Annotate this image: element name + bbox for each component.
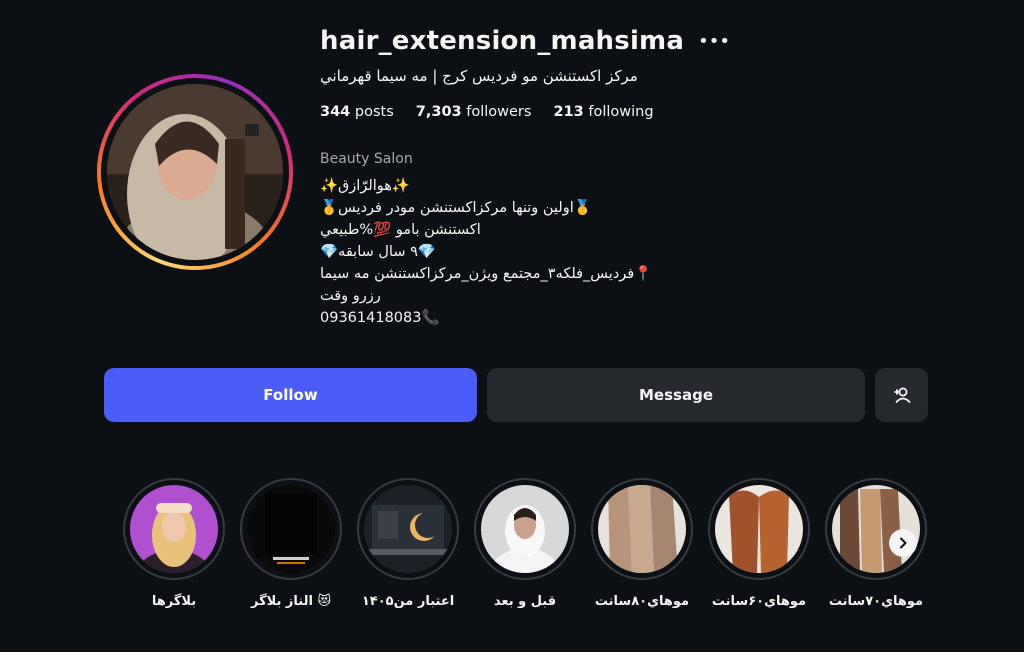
blogger-photo-icon bbox=[130, 485, 218, 573]
portrait-photo-icon bbox=[481, 485, 569, 573]
username-row: hair_extension_mahsima ••• bbox=[320, 26, 730, 56]
bio-line: 🥇اولين وتنها مركزاكستنشن مودر فرديس🥇 bbox=[320, 200, 592, 216]
follow-button[interactable]: Follow bbox=[104, 368, 477, 422]
profile-bio: ✨هوالرّازق✨ 🥇اولين وتنها مركزاكستنشن مود… bbox=[320, 175, 652, 329]
profile-avatar[interactable] bbox=[107, 84, 283, 260]
posts-stat: 344 posts bbox=[320, 104, 394, 120]
avatar-photo bbox=[107, 84, 283, 260]
highlight-label: بلاگرها bbox=[151, 594, 197, 608]
following-count: 213 bbox=[553, 104, 584, 120]
bio-line: 💎۹ سال سابقه💎 bbox=[320, 244, 436, 260]
video-thumbnail-icon bbox=[247, 485, 335, 573]
followers-count: 7,303 bbox=[415, 104, 462, 120]
highlight-item[interactable]: موهاي۶۰سانت bbox=[705, 478, 813, 608]
highlight-label: الناز بلاگر 😻 bbox=[250, 594, 331, 608]
bio-line: رزرو وقت bbox=[320, 288, 381, 304]
highlight-ring bbox=[123, 478, 225, 580]
highlight-label: موهاي۸۰سانت bbox=[594, 594, 690, 608]
highlight-label: قبل و بعد bbox=[493, 594, 557, 608]
highlight-cover bbox=[481, 485, 569, 573]
highlight-ring bbox=[825, 478, 927, 580]
bio-line: ✨هوالرّازق✨ bbox=[320, 178, 410, 194]
followers-stat[interactable]: 7,303 followers bbox=[416, 104, 532, 120]
highlight-cover bbox=[247, 485, 335, 573]
highlight-label: موهاي۷۰سانت bbox=[828, 594, 924, 608]
highlight-cover bbox=[130, 485, 218, 573]
highlight-cover bbox=[364, 485, 452, 573]
highlight-cover bbox=[715, 485, 803, 573]
highlight-item[interactable]: قبل و بعد bbox=[471, 478, 579, 608]
laptop-photo-icon bbox=[364, 485, 452, 573]
profile-stats: 344 posts 7,303 followers 213 following bbox=[320, 104, 654, 120]
suggested-users-button[interactable] bbox=[875, 368, 928, 422]
profile-category: Beauty Salon bbox=[320, 151, 413, 167]
hair-photo-icon bbox=[715, 485, 803, 573]
message-button[interactable]: Message bbox=[487, 368, 865, 422]
highlight-item[interactable]: بلاگرها bbox=[120, 478, 228, 608]
highlight-item[interactable]: الناز بلاگر 😻 bbox=[237, 478, 345, 608]
following-label: following bbox=[588, 104, 654, 120]
more-options-icon[interactable]: ••• bbox=[698, 31, 730, 52]
profile-username: hair_extension_mahsima bbox=[320, 26, 685, 56]
highlight-item[interactable]: اعتبار من۱۴۰۵ bbox=[354, 478, 462, 608]
posts-label: posts bbox=[354, 104, 394, 120]
posts-count: 344 bbox=[320, 104, 351, 120]
story-highlights: بلاگرها الناز بلاگر 😻 اعتبار من۱۴۰۵ قبل … bbox=[120, 478, 928, 608]
highlight-label: اعتبار من۱۴۰۵ bbox=[361, 594, 455, 608]
highlight-label: موهاي۶۰سانت bbox=[711, 594, 807, 608]
add-user-icon bbox=[893, 387, 910, 403]
profile-avatar-story-ring[interactable] bbox=[97, 74, 293, 270]
highlight-item[interactable]: موهاي۸۰سانت bbox=[588, 478, 696, 608]
highlight-ring bbox=[357, 478, 459, 580]
highlight-cover bbox=[598, 485, 686, 573]
bio-line: 📍فرديس_فلكه۳_مجتمع ويژن_مركزاكستنشن مه س… bbox=[320, 266, 653, 282]
hair-photo-icon bbox=[598, 485, 686, 573]
chevron-right-icon bbox=[900, 537, 907, 549]
highlight-ring bbox=[240, 478, 342, 580]
highlight-ring bbox=[708, 478, 810, 580]
bio-line: اكستنشن بامو 💯%طبيعي bbox=[320, 222, 481, 238]
bio-line-phone: 09361418083📞 bbox=[320, 310, 440, 326]
profile-full-name: مركز اكستنشن مو فرديس كرج | مه سيما قهرم… bbox=[320, 67, 638, 85]
following-stat[interactable]: 213 following bbox=[553, 104, 653, 120]
highlight-ring bbox=[474, 478, 576, 580]
followers-label: followers bbox=[466, 104, 532, 120]
highlight-ring bbox=[591, 478, 693, 580]
highlights-next-button[interactable] bbox=[889, 529, 917, 557]
